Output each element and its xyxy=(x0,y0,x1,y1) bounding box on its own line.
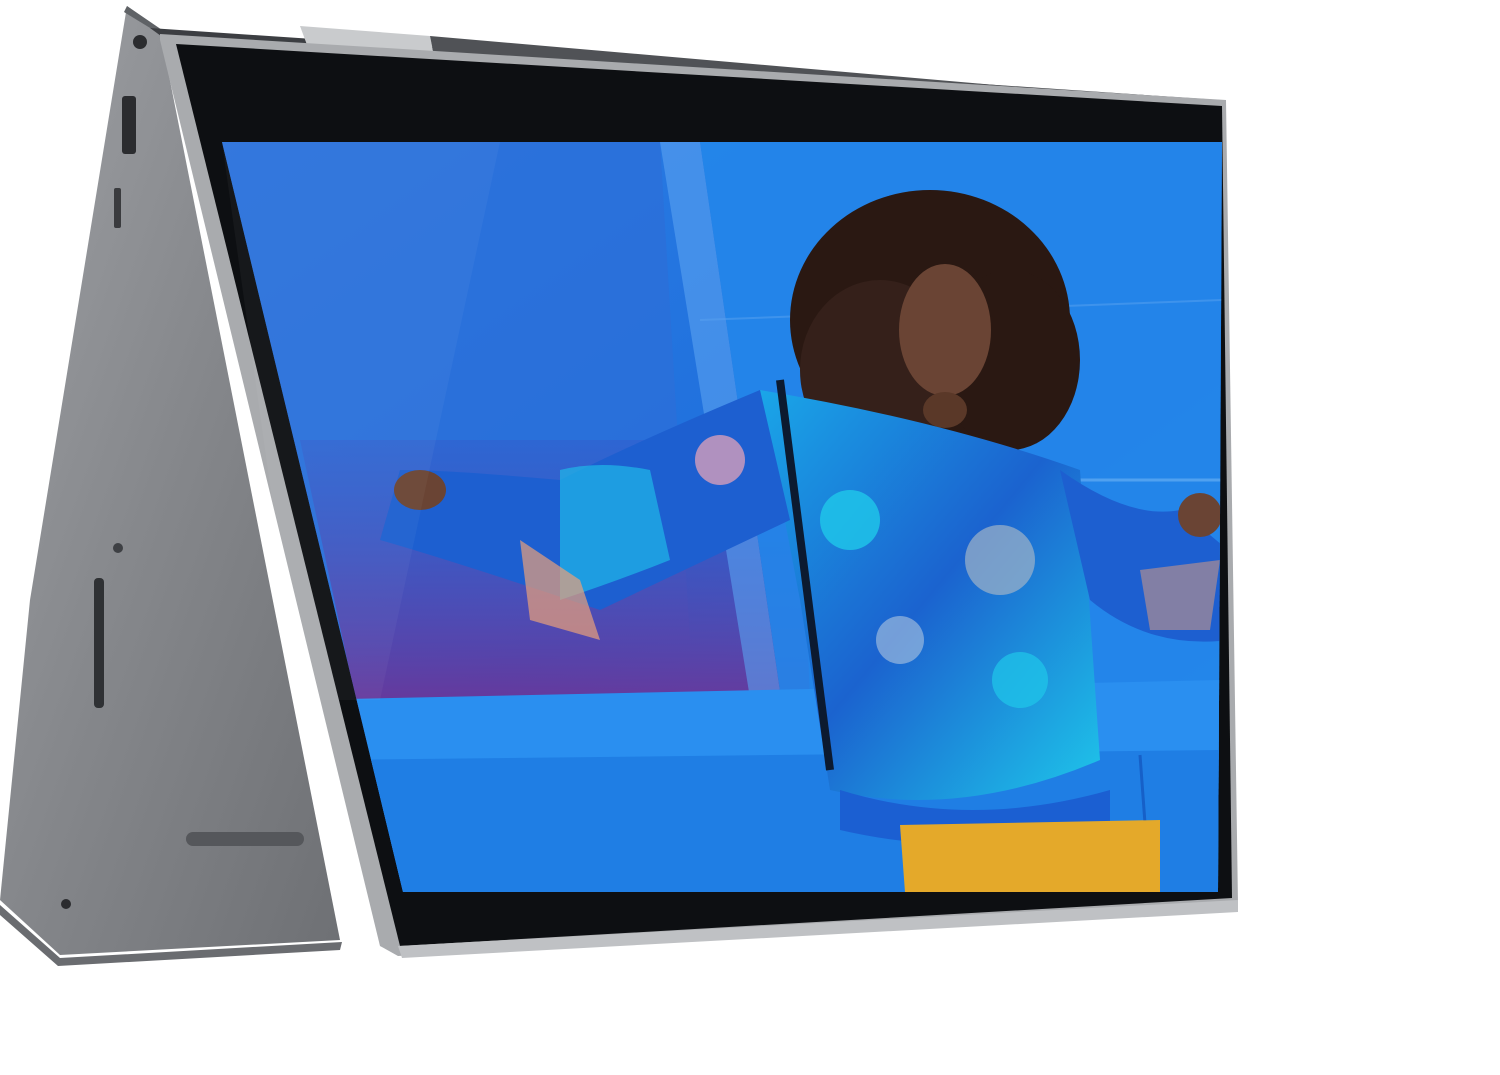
sd-card-slot-icon xyxy=(114,188,121,228)
speaker-grille-icon xyxy=(186,832,304,846)
laptop-illustration xyxy=(0,6,1238,966)
power-indicator-icon xyxy=(113,543,123,553)
pinhole-icon xyxy=(61,899,71,909)
product-photo xyxy=(0,0,1500,1075)
usb-a-port-icon xyxy=(122,96,136,154)
sd-card-slot-icon xyxy=(94,578,104,708)
headphone-jack-icon xyxy=(133,35,147,49)
